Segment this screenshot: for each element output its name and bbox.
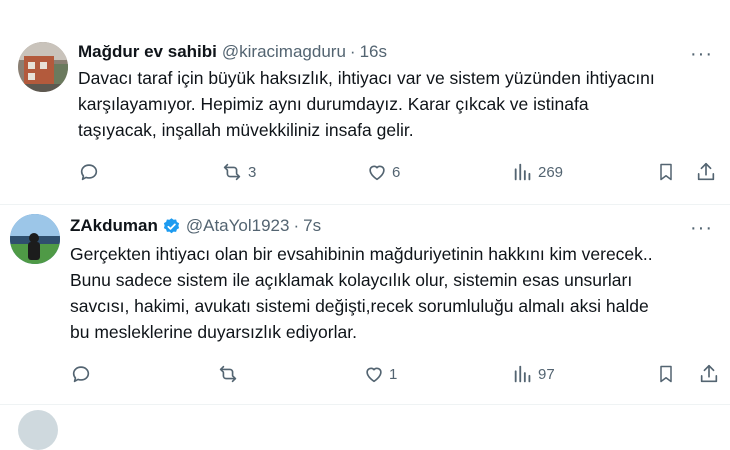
- verified-badge-icon: [162, 217, 181, 236]
- tweet-text-line: karşılayamıyor. Hepimiz aynı durumdayız.…: [78, 94, 589, 114]
- like-count: 6: [392, 163, 401, 181]
- tweet-text: Gerçekten ihtiyacı olan bir evsahibinin …: [70, 241, 653, 345]
- author-name[interactable]: ZAkduman: [70, 216, 158, 236]
- tweet-1[interactable]: Mağdur ev sahibi @kiracimagduru · 16s ··…: [0, 28, 730, 204]
- retweet-icon: [223, 163, 241, 181]
- timestamp[interactable]: 16s: [360, 42, 387, 62]
- share-icon: [700, 364, 718, 383]
- retweet-button[interactable]: 3: [220, 161, 256, 183]
- action-bar: 1 97: [0, 363, 730, 393]
- more-options-button[interactable]: ···: [690, 218, 713, 238]
- share-icon: [697, 162, 715, 181]
- reply-button[interactable]: [78, 161, 100, 183]
- share-button[interactable]: [695, 161, 717, 183]
- tweet-text-line: taşıyacak, inşallah müvekkiliniz insafa …: [78, 120, 414, 140]
- heart-icon: [369, 165, 385, 181]
- reply-icon: [72, 366, 90, 383]
- tweet-2[interactable]: ZAkduman @AtaYol1923 · 7s ··· Gerçekten …: [0, 204, 730, 404]
- separator-dot: ·: [349, 42, 356, 61]
- bookmark-icon: [660, 163, 672, 181]
- share-button[interactable]: [698, 363, 720, 385]
- tweet-text-line: Davacı taraf için büyük haksızlık, ihtiy…: [78, 68, 655, 88]
- retweet-count: 3: [248, 163, 257, 181]
- reply-icon: [80, 164, 98, 181]
- next-tweet-avatar[interactable]: [18, 410, 58, 450]
- tweet-text-line: Bunu sadece sistem ile açıklamak kolaycı…: [70, 270, 633, 290]
- tweet-text: Davacı taraf için büyük haksızlık, ihtiy…: [78, 65, 655, 143]
- avatar[interactable]: [18, 42, 68, 92]
- views-button[interactable]: 97: [512, 363, 555, 385]
- retweet-button[interactable]: [216, 363, 244, 385]
- avatar[interactable]: [10, 214, 60, 264]
- tweet-text-line: Gerçekten ihtiyacı olan bir evsahibinin …: [70, 244, 653, 264]
- action-bar: 3 6 269: [0, 161, 730, 191]
- like-count: 1: [389, 365, 398, 383]
- tweet-text-line: savcısı, hakimi, avukatı sistemi değişti…: [70, 296, 649, 316]
- bookmark-button[interactable]: [656, 363, 676, 385]
- reply-button[interactable]: [70, 363, 92, 385]
- author-name[interactable]: Mağdur ev sahibi: [78, 42, 217, 62]
- separator-dot: ·: [293, 216, 300, 235]
- views-icon: [514, 365, 531, 383]
- tweet-divider: [0, 404, 730, 405]
- like-button[interactable]: 6: [366, 161, 400, 183]
- views-count: 97: [538, 365, 555, 383]
- tweet-text-line: bu mesleklerine duyarsızlık ediyorlar.: [70, 322, 357, 342]
- views-button[interactable]: 269: [512, 161, 563, 183]
- bookmark-icon: [660, 365, 672, 383]
- author-handle[interactable]: @kiracimagduru: [222, 42, 346, 62]
- retweet-icon: [219, 365, 237, 383]
- views-icon: [514, 163, 531, 181]
- views-count: 269: [538, 163, 564, 181]
- bookmark-button[interactable]: [656, 161, 676, 183]
- heart-icon: [366, 367, 382, 383]
- author-handle[interactable]: @AtaYol1923: [186, 216, 290, 236]
- more-options-button[interactable]: ···: [690, 44, 713, 64]
- timestamp[interactable]: 7s: [303, 216, 321, 236]
- like-button[interactable]: 1: [363, 363, 397, 385]
